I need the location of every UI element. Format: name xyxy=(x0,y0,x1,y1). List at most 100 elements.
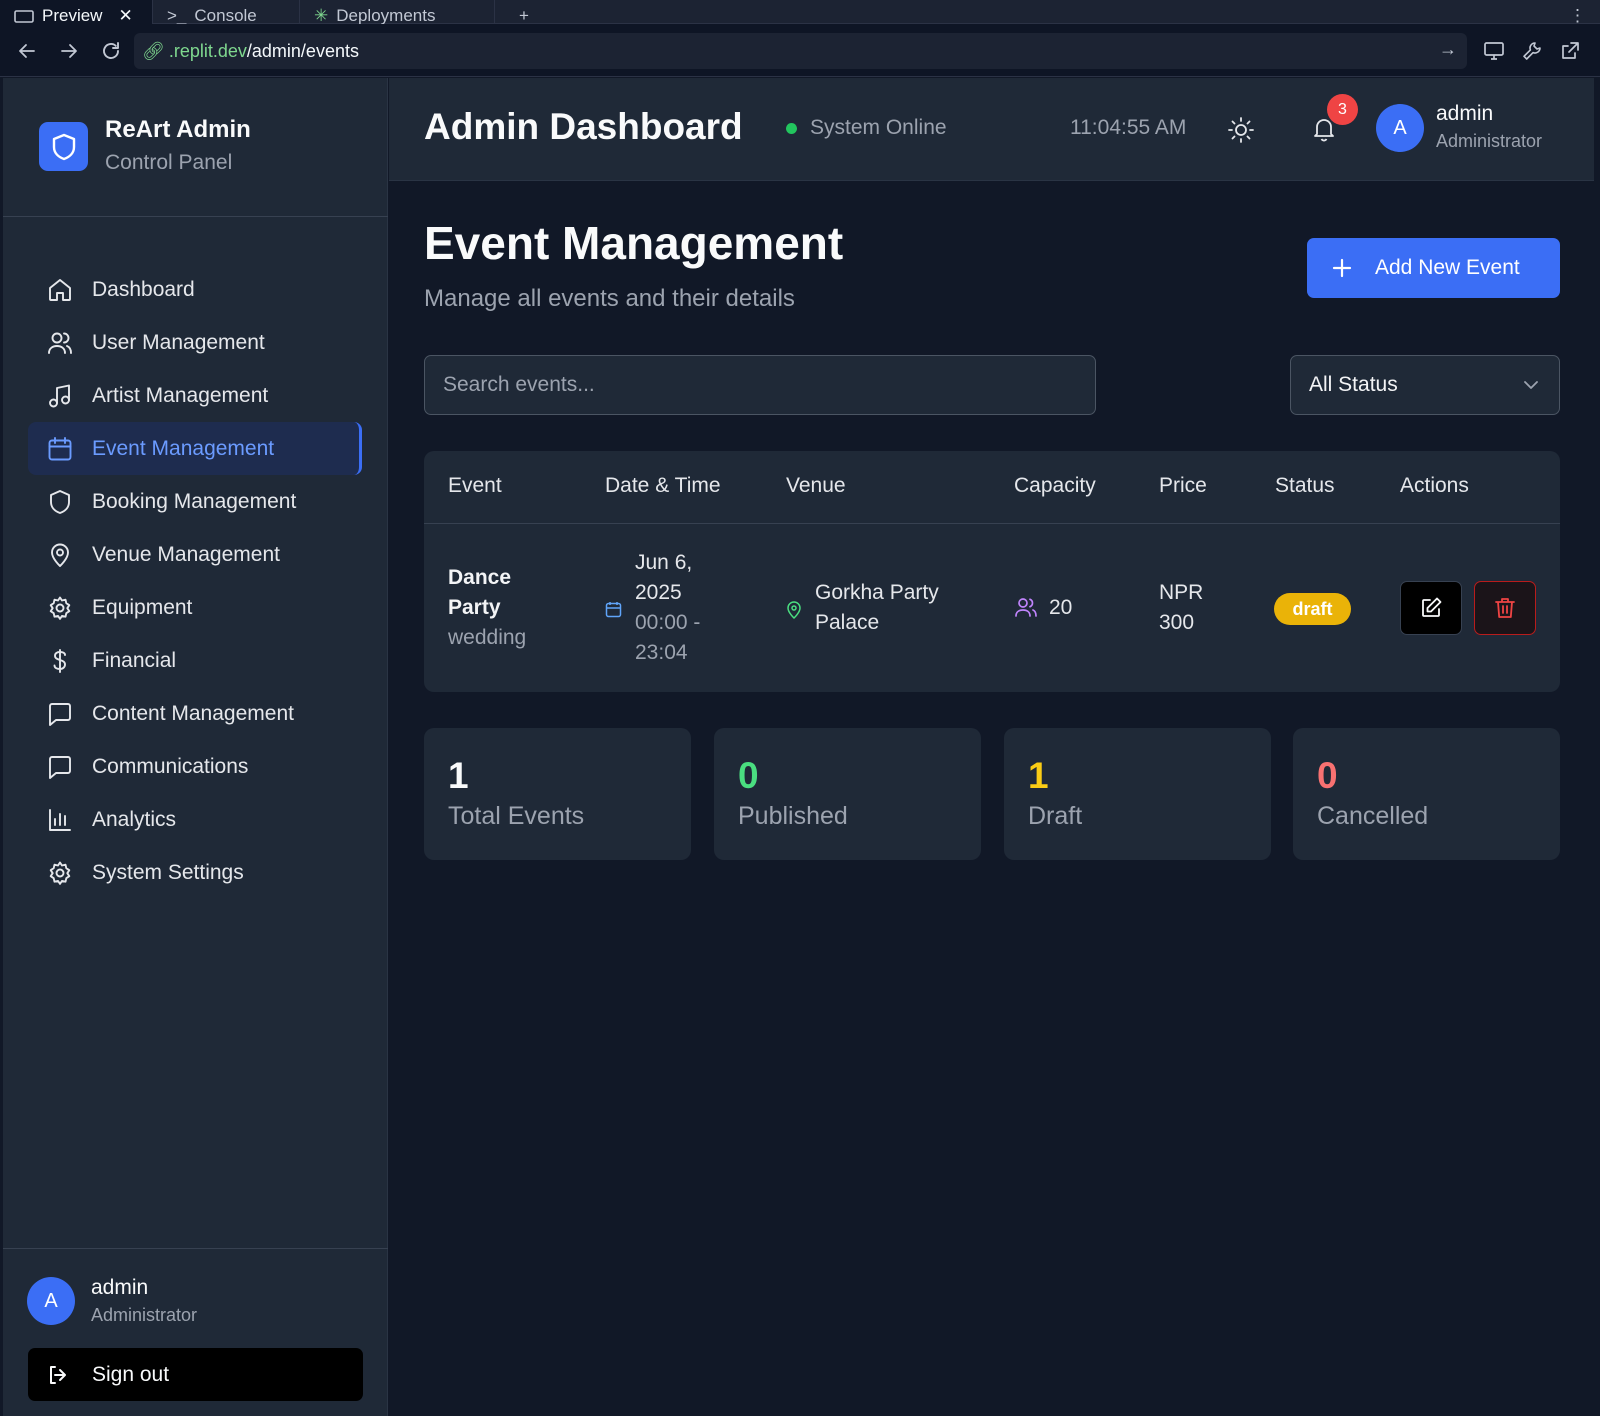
sidebar-item-label: Equipment xyxy=(92,595,193,619)
sidebar-item-content-management[interactable]: Content Management xyxy=(28,687,362,740)
sidebar-item-label: Communications xyxy=(92,754,249,778)
notification-count-badge: 3 xyxy=(1327,94,1358,125)
more-options-button[interactable]: ⋮ xyxy=(1555,0,1595,24)
top-header: Admin Dashboard System Online 11:04:55 A… xyxy=(389,78,1594,181)
sidebar-item-event-management[interactable]: Event Management xyxy=(28,422,362,475)
avatar[interactable]: A xyxy=(1376,104,1424,152)
terminal-icon: >_ xyxy=(167,6,187,24)
calendar-small-icon xyxy=(605,601,622,618)
url-field[interactable]: 🔗︎ .replit.dev/admin/events → xyxy=(134,33,1467,69)
sidebar-item-dashboard[interactable]: Dashboard xyxy=(28,263,362,316)
add-new-event-button[interactable]: Add New Event xyxy=(1307,238,1560,298)
open-new-window-button[interactable] xyxy=(1557,38,1583,64)
plus-icon: + xyxy=(519,6,529,24)
arrow-right-icon xyxy=(61,44,77,58)
music-icon xyxy=(46,382,74,410)
system-status-label: System Online xyxy=(810,116,947,139)
shield-icon xyxy=(46,488,74,516)
devices-button[interactable] xyxy=(1481,38,1507,64)
sidebar-item-financial[interactable]: Financial xyxy=(28,634,362,687)
sidebar-item-label: Content Management xyxy=(92,701,294,725)
map-pin-icon xyxy=(786,601,802,619)
sidebar-user-name: admin xyxy=(91,1276,149,1299)
sidebar-item-label: Analytics xyxy=(92,807,177,831)
theme-toggle-button[interactable] xyxy=(1226,115,1256,145)
sidebar-item-label: Venue Management xyxy=(92,542,280,566)
stat-value: 0 xyxy=(738,755,759,796)
delete-event-button[interactable] xyxy=(1474,581,1536,635)
reload-button[interactable] xyxy=(98,38,124,64)
tab-console[interactable]: >_ Console xyxy=(153,0,299,24)
brand-subtitle: Control Panel xyxy=(105,151,233,174)
event-name-line: Dance xyxy=(448,566,512,589)
events-table: Event Date & Time Venue Capacity Price S… xyxy=(424,451,1560,692)
sign-out-button[interactable]: Sign out xyxy=(28,1348,363,1401)
sidebar-item-booking-management[interactable]: Booking Management xyxy=(28,475,362,528)
sidebar-item-label: User Management xyxy=(92,330,265,354)
system-status: System Online xyxy=(786,116,947,140)
forward-button[interactable] xyxy=(56,38,82,64)
edit-icon xyxy=(1422,597,1442,617)
add-new-event-label: Add New Event xyxy=(1375,256,1520,279)
event-time-line: 00:00 - xyxy=(635,611,701,634)
gear-icon xyxy=(46,859,74,887)
status-badge: draft xyxy=(1274,593,1351,625)
go-arrow-icon[interactable]: → xyxy=(1439,39,1457,60)
sidebar-item-communications[interactable]: Communications xyxy=(28,740,362,793)
reload-icon xyxy=(103,42,119,59)
sidebar-item-user-management[interactable]: User Management xyxy=(28,316,362,369)
sidebar-item-label: Dashboard xyxy=(92,277,195,301)
header-clock: 11:04:55 AM xyxy=(1070,116,1187,139)
status-dot-icon xyxy=(786,122,797,134)
devtools-button[interactable] xyxy=(1519,38,1545,64)
event-time-line: 23:04 xyxy=(635,641,688,664)
tab-label: Console xyxy=(194,6,257,24)
sidebar-item-artist-management[interactable]: Artist Management xyxy=(28,369,362,422)
shield-logo-icon xyxy=(39,122,88,171)
stat-label: Cancelled xyxy=(1317,802,1429,830)
tab-preview[interactable]: Preview ✕ xyxy=(0,0,152,24)
monitor-icon xyxy=(1484,42,1504,60)
calendar-icon xyxy=(46,435,74,463)
browser-url-bar: 🔗︎ .replit.dev/admin/events → xyxy=(0,24,1600,77)
event-venue: Gorkha Party Palace xyxy=(815,578,939,638)
edit-event-button[interactable] xyxy=(1400,581,1462,635)
back-button[interactable] xyxy=(14,38,40,64)
external-link-icon xyxy=(1562,42,1579,59)
event-venue-line: Gorkha Party xyxy=(815,581,939,604)
users-icon xyxy=(1014,596,1038,618)
event-name: Dance Party wedding xyxy=(448,563,526,653)
tab-deployments[interactable]: ✳ Deployments xyxy=(300,0,494,24)
browser-tab-bar: Preview ✕ >_ Console ✳ Deployments + ⋮ xyxy=(0,0,1600,24)
column-header: Price xyxy=(1159,474,1207,497)
message-icon xyxy=(46,753,74,781)
sun-icon xyxy=(1228,117,1254,143)
event-price-line: 300 xyxy=(1159,611,1195,634)
more-vertical-icon: ⋮ xyxy=(1569,6,1586,24)
stat-card-total: 1 Total Events xyxy=(424,728,691,860)
stat-label: Draft xyxy=(1028,802,1083,830)
sidebar-item-label: System Settings xyxy=(92,860,244,884)
avatar: A xyxy=(27,1277,75,1325)
new-tab-button[interactable]: + xyxy=(505,0,545,24)
event-category: wedding xyxy=(448,626,527,649)
sidebar-user-role: Administrator xyxy=(91,1305,198,1325)
status-filter-value: All Status xyxy=(1309,373,1398,396)
close-icon[interactable]: ✕ xyxy=(118,6,132,24)
sidebar-item-venue-management[interactable]: Venue Management xyxy=(28,528,362,581)
plus-icon xyxy=(1332,258,1352,278)
sidebar-item-equipment[interactable]: Equipment xyxy=(28,581,362,634)
search-input[interactable] xyxy=(424,355,1096,415)
sidebar-item-analytics[interactable]: Analytics xyxy=(28,793,362,846)
event-datetime: Jun 6, 2025 00:00 - 23:04 xyxy=(635,548,700,668)
column-header: Status xyxy=(1275,474,1335,497)
status-filter-select[interactable]: All Status xyxy=(1290,355,1560,415)
sign-out-label: Sign out xyxy=(92,1362,170,1386)
sidebar-item-system-settings[interactable]: System Settings xyxy=(28,846,362,899)
arrow-left-icon xyxy=(19,44,35,58)
header-user-name: admin xyxy=(1436,102,1494,125)
dollar-icon xyxy=(46,647,74,675)
chevron-down-icon xyxy=(1524,381,1538,389)
log-out-icon xyxy=(50,1365,66,1384)
page-title: Event Management xyxy=(424,217,844,269)
